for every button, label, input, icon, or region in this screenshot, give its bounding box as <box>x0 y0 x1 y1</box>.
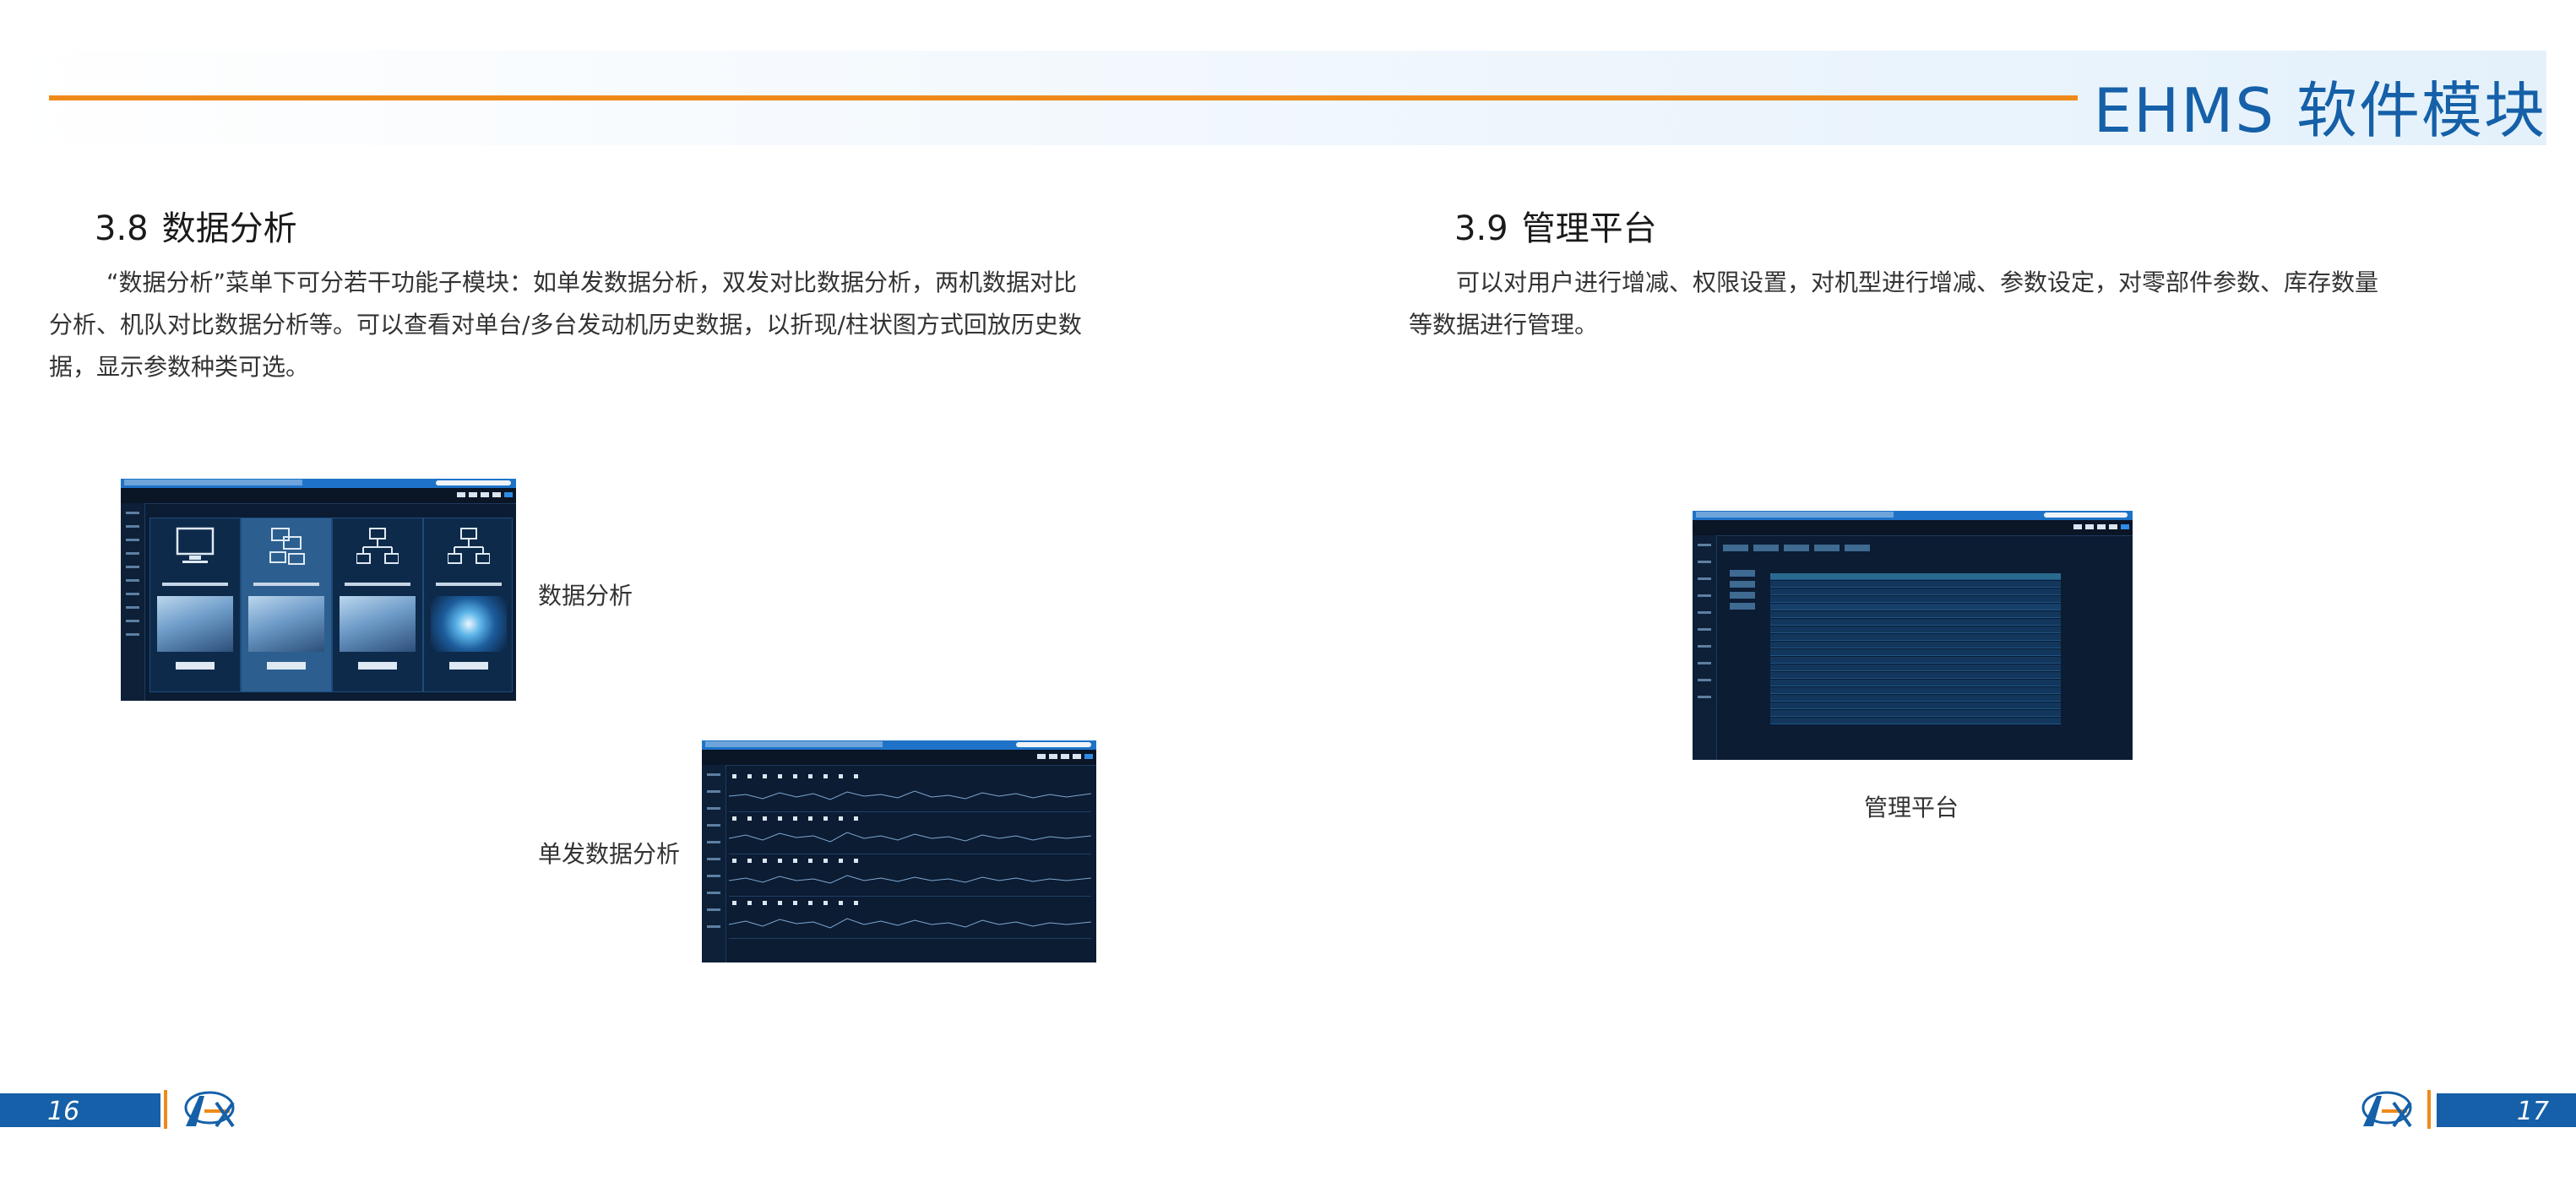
page-number-right: 17 <box>2516 1097 2549 1126</box>
fleet-card <box>423 518 513 692</box>
section-number: 3.9 <box>1454 209 1508 248</box>
section-number: 3.8 <box>95 209 149 248</box>
section-heading: 数据分析 <box>161 209 297 248</box>
page-number-bar-right: 17 <box>2437 1093 2576 1127</box>
network-icon <box>448 528 490 564</box>
single-engine-analysis-screenshot <box>702 740 1096 962</box>
network-icon <box>269 528 305 565</box>
caption-single-engine-analysis: 单发数据分析 <box>538 840 681 868</box>
trend-lines <box>729 790 1091 929</box>
section-paragraph: 可以对用户进行增减、权限设置，对机型进行增减、参数设定，对零部件参数、库存数量等… <box>1409 268 2379 339</box>
page-number-left: 16 <box>47 1097 80 1126</box>
footer-divider-right <box>2427 1090 2431 1129</box>
caption-management-platform: 管理平台 <box>1864 794 1959 821</box>
two-aircraft-card <box>332 518 423 692</box>
single-engine-card <box>149 518 241 692</box>
dual-engine-card <box>241 518 332 692</box>
section-title-3-8: 3.8 数据分析 <box>95 201 297 250</box>
logo-icon <box>184 1091 235 1128</box>
header-divider <box>49 95 2078 100</box>
network-icon <box>356 528 399 564</box>
monitor-icon <box>176 527 215 563</box>
section-heading: 管理平台 <box>1521 209 1657 248</box>
caption-data-analysis: 数据分析 <box>538 582 633 610</box>
data-analysis-screenshot <box>121 479 516 701</box>
footer-divider-left <box>164 1090 167 1129</box>
management-platform-screenshot <box>1693 511 2133 760</box>
page-number-bar-left: 16 <box>0 1093 160 1127</box>
management-table <box>1770 573 2061 725</box>
section-title-3-9: 3.9 管理平台 <box>1454 201 1657 250</box>
page-header-title: EHMS 软件模块 <box>2093 75 2546 146</box>
logo-icon <box>2361 1091 2412 1128</box>
section-paragraph: “数据分析”菜单下可分若干功能子模块：如单发数据分析，双发对比数据分析，两机数据… <box>49 268 1082 381</box>
